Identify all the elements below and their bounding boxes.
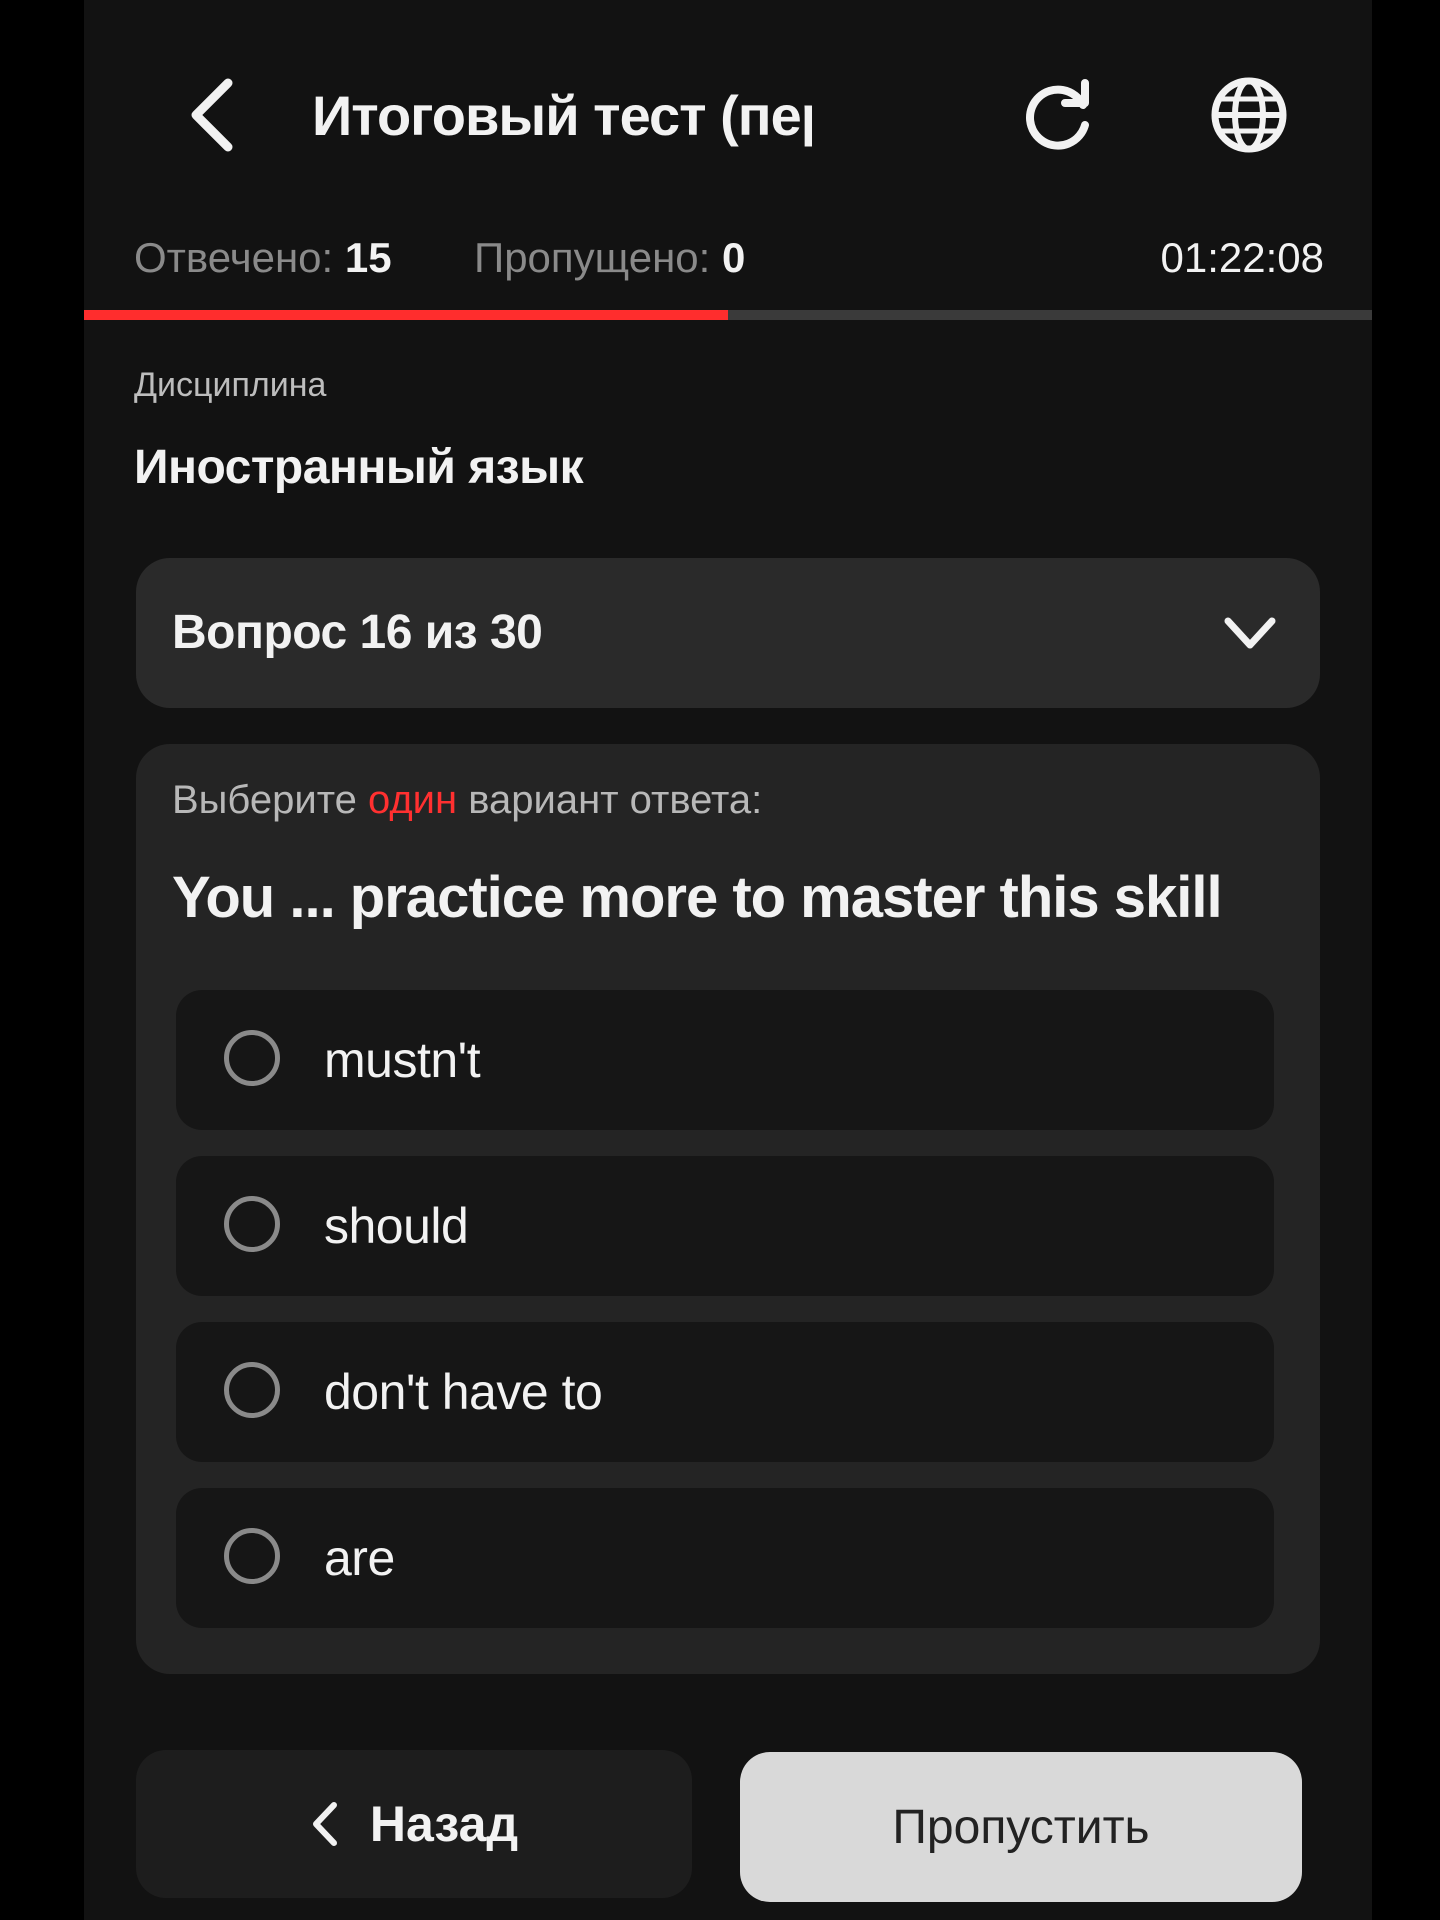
question-text: You ... practice more to master this ski… bbox=[172, 865, 1223, 930]
back-button[interactable] bbox=[172, 75, 252, 155]
radio-button[interactable] bbox=[224, 1030, 280, 1086]
answer-option[interactable]: don't have to bbox=[176, 1322, 1274, 1462]
previous-question-button[interactable]: Назад bbox=[136, 1750, 692, 1898]
language-button[interactable] bbox=[1204, 70, 1294, 160]
skip-button[interactable]: Пропустить bbox=[740, 1752, 1302, 1902]
progress-bar-fill bbox=[84, 310, 728, 320]
radio-button[interactable] bbox=[224, 1528, 280, 1584]
chevron-left-icon bbox=[191, 78, 233, 152]
discipline-label: Дисциплина bbox=[134, 366, 327, 404]
answer-label: mustn't bbox=[324, 1032, 481, 1088]
progress-stats: Отвечено: 15 Пропущено: 0 01:22:08 bbox=[134, 228, 1334, 288]
answer-option[interactable]: mustn't bbox=[176, 990, 1274, 1130]
quiz-screen: Итоговый тест (пер... Отвечено: 15 Пропу… bbox=[84, 0, 1372, 1920]
radio-button[interactable] bbox=[224, 1362, 280, 1418]
answer-label: don't have to bbox=[324, 1364, 603, 1420]
globe-icon bbox=[1211, 77, 1287, 153]
question-selector-dropdown[interactable]: Вопрос 16 из 30 bbox=[136, 558, 1320, 708]
answer-label: should bbox=[324, 1198, 469, 1254]
previous-label: Назад bbox=[369, 1796, 519, 1852]
reload-icon bbox=[1026, 79, 1089, 150]
page-title: Итоговый тест (пер... bbox=[312, 84, 812, 147]
question-card: Выберите один вариант ответа: You ... pr… bbox=[136, 744, 1320, 1674]
question-number: Вопрос 16 из 30 bbox=[172, 606, 543, 659]
chevron-left-icon bbox=[312, 1802, 337, 1846]
reload-button[interactable] bbox=[1014, 70, 1104, 160]
skip-label: Пропустить bbox=[892, 1800, 1150, 1854]
answered-count: Отвечено: 15 bbox=[134, 234, 392, 281]
answer-option[interactable]: are bbox=[176, 1488, 1274, 1628]
discipline-value: Иностранный язык bbox=[134, 441, 584, 494]
chevron-down-icon bbox=[1224, 617, 1276, 649]
radio-button[interactable] bbox=[224, 1196, 280, 1252]
top-bar: Итоговый тест (пер... bbox=[84, 40, 1372, 190]
progress-bar bbox=[84, 310, 1372, 320]
skipped-count: Пропущено: 0 bbox=[474, 234, 746, 281]
answer-option[interactable]: should bbox=[176, 1156, 1274, 1296]
answer-label: are bbox=[324, 1530, 395, 1586]
timer: 01:22:08 bbox=[1160, 234, 1325, 281]
instruction-text: Выберите один вариант ответа: bbox=[172, 778, 763, 822]
